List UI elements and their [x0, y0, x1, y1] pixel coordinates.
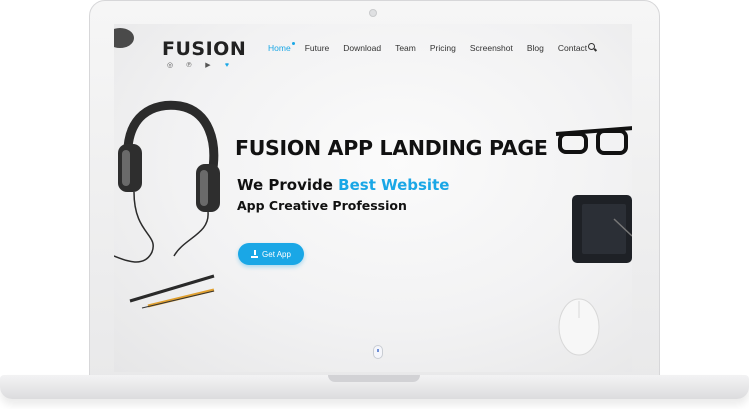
- scroll-down-icon[interactable]: [373, 345, 383, 359]
- laptop-notch: [328, 375, 420, 382]
- dribbble-icon[interactable]: ◎: [166, 62, 174, 70]
- search-icon[interactable]: [588, 43, 595, 50]
- nav-pricing[interactable]: Pricing: [423, 43, 463, 53]
- hero-subtitle-highlight: Best Website: [338, 176, 450, 194]
- camera-icon: [369, 9, 377, 17]
- hero-title: FUSION APP LANDING PAGE: [235, 136, 548, 160]
- headphones-icon: [114, 100, 220, 263]
- hero-subtitle: We Provide Best Website: [237, 176, 449, 194]
- main-nav: Home Future Download Team Pricing Screen…: [261, 42, 594, 53]
- logo[interactable]: FUSION: [162, 38, 246, 60]
- nav-home[interactable]: Home: [261, 42, 298, 53]
- tablet-icon: [572, 195, 632, 263]
- hero-subtitle-prefix: We Provide: [237, 176, 339, 194]
- twitter-icon[interactable]: ♥: [223, 62, 231, 70]
- logo-text: FUSION: [162, 38, 247, 60]
- nav-team[interactable]: Team: [388, 43, 423, 53]
- laptop-screen: FUSION ◎ ℗ ▶ ♥ Home Future Download Team…: [114, 24, 632, 372]
- nav-future[interactable]: Future: [298, 43, 337, 53]
- social-links: ◎ ℗ ▶ ♥: [166, 62, 231, 70]
- mug-icon: [114, 28, 134, 48]
- get-app-label: Get App: [262, 249, 291, 259]
- nav-download[interactable]: Download: [336, 43, 388, 53]
- youtube-icon[interactable]: ▶: [204, 62, 212, 70]
- mouse-icon: [558, 298, 600, 356]
- glasses-icon: [555, 126, 632, 155]
- get-app-button[interactable]: Get App: [238, 243, 304, 265]
- download-icon: [251, 250, 259, 258]
- pencil-icon: [129, 274, 215, 303]
- nav-screenshot[interactable]: Screenshot: [463, 43, 520, 53]
- hero-tagline: App Creative Profession: [237, 198, 407, 213]
- nav-blog[interactable]: Blog: [520, 43, 551, 53]
- pinterest-icon[interactable]: ℗: [185, 62, 193, 70]
